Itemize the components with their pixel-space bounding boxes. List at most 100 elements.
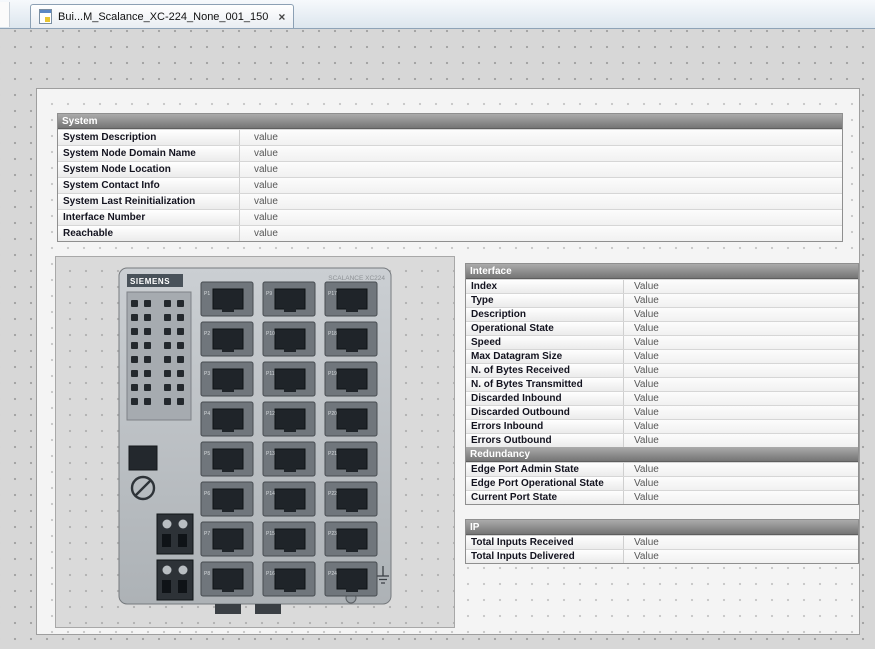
port-label: P3 (204, 371, 210, 377)
row-value: value (240, 210, 842, 225)
port-label: P12 (266, 411, 275, 417)
rj45-port: P9 (263, 282, 315, 316)
port-label: P23 (328, 531, 337, 537)
interface-table-header: Interface (466, 264, 858, 279)
table-row: N. of Bytes Received Value (466, 363, 858, 377)
row-value: Value (624, 434, 858, 447)
row-label: Operational State (466, 322, 624, 335)
row-label: Discarded Inbound (466, 392, 624, 405)
row-value: Value (624, 308, 858, 321)
brand-label: SIEMENS (130, 277, 170, 286)
table-row: Interface Number value (58, 209, 842, 225)
tab-faceplate[interactable]: Bui...M_Scalance_XC-224_None_001_150 × (30, 4, 294, 28)
row-label: Total Inputs Delivered (466, 550, 624, 563)
ip-table-header: IP (466, 520, 858, 535)
device-foot (215, 604, 241, 614)
row-label: Description (466, 308, 624, 321)
rj45-port: P14 (263, 482, 315, 516)
table-row: Total Inputs Received Value (466, 535, 858, 549)
table-row: Edge Port Operational State Value (466, 476, 858, 490)
port-label: P1 (204, 291, 210, 297)
console-port (129, 446, 157, 470)
row-label: Edge Port Operational State (466, 477, 624, 490)
scalance-device-graphic: SIEMENS SCALANCE XC224 (115, 266, 395, 618)
rj45-port: P10 (263, 322, 315, 356)
row-value: value (240, 162, 842, 177)
rj45-port: P19 (325, 362, 377, 396)
row-value: Value (624, 477, 858, 490)
port-label: P22 (328, 491, 337, 497)
rj45-port: P1 (201, 282, 253, 316)
port-label: P20 (328, 411, 337, 417)
interface-table[interactable]: Interface Index Value Type Value Descrip… (465, 263, 859, 505)
table-row: Description Value (466, 307, 858, 321)
row-label: Discarded Outbound (466, 406, 624, 419)
table-row: Total Inputs Delivered Value (466, 549, 858, 563)
row-label: Speed (466, 336, 624, 349)
port-label: P18 (328, 331, 337, 337)
port-label: P15 (266, 531, 275, 537)
row-value: Value (624, 420, 858, 433)
device-panel[interactable]: SIEMENS SCALANCE XC224 (55, 256, 455, 628)
table-row: N. of Bytes Transmitted Value (466, 377, 858, 391)
row-label: System Node Location (58, 162, 240, 177)
system-table[interactable]: System System Description value System N… (57, 113, 843, 242)
port-label: P9 (266, 291, 272, 297)
row-label: Interface Number (58, 210, 240, 225)
right-column: Interface Index Value Type Value Descrip… (465, 263, 859, 564)
table-row: Discarded Inbound Value (466, 391, 858, 405)
port-label: P5 (204, 451, 210, 457)
port-label: P13 (266, 451, 275, 457)
row-value: value (240, 130, 842, 145)
table-row: Operational State Value (466, 321, 858, 335)
row-value: Value (624, 364, 858, 377)
table-row: System Node Domain Name value (58, 145, 842, 161)
port-label: P21 (328, 451, 337, 457)
row-value: value (240, 146, 842, 161)
row-label: Max Datagram Size (466, 350, 624, 363)
rj45-port: P23 (325, 522, 377, 556)
port-label: P4 (204, 411, 210, 417)
row-value: Value (624, 294, 858, 307)
port-label: P19 (328, 371, 337, 377)
row-label: Reachable (58, 226, 240, 241)
row-label: System Node Domain Name (58, 146, 240, 161)
rj45-port: P12 (263, 402, 315, 436)
row-value: Value (624, 322, 858, 335)
row-value: Value (624, 491, 858, 504)
port-label: P2 (204, 331, 210, 337)
table-row: System Node Location value (58, 161, 842, 177)
rj45-port: P2 (201, 322, 253, 356)
row-label: Errors Inbound (466, 420, 624, 433)
row-value: Value (624, 406, 858, 419)
port-label: P8 (204, 571, 210, 577)
faceplate-icon (39, 9, 52, 24)
tab-strip-corner (0, 2, 10, 27)
faceplate-editor: Bui...M_Scalance_XC-224_None_001_150 × S… (0, 0, 875, 649)
row-label: N. of Bytes Transmitted (466, 378, 624, 391)
rj45-port: P17 (325, 282, 377, 316)
row-value: Value (624, 392, 858, 405)
rj45-port: P16 (263, 562, 315, 596)
rj45-port: P24 (325, 562, 377, 596)
row-value: Value (624, 550, 858, 563)
row-label: System Last Reinitialization (58, 194, 240, 209)
row-label: Index (466, 280, 624, 293)
row-label: Current Port State (466, 491, 624, 504)
rj45-port: P7 (201, 522, 253, 556)
port-label: P17 (328, 291, 337, 297)
port-label: P7 (204, 531, 210, 537)
port-label: P24 (328, 571, 337, 577)
rj45-port: P15 (263, 522, 315, 556)
row-value: value (240, 178, 842, 193)
rj45-port: P13 (263, 442, 315, 476)
row-value: Value (624, 463, 858, 476)
table-row: Discarded Outbound Value (466, 405, 858, 419)
row-label: System Description (58, 130, 240, 145)
table-row: System Contact Info value (58, 177, 842, 193)
tab-bar: Bui...M_Scalance_XC-224_None_001_150 × (0, 0, 875, 29)
redundancy-table-header: Redundancy (466, 447, 858, 462)
port-label: P11 (266, 371, 275, 377)
ip-table[interactable]: IP Total Inputs Received Value Total Inp… (465, 519, 859, 564)
tab-close-icon[interactable]: × (278, 11, 285, 23)
